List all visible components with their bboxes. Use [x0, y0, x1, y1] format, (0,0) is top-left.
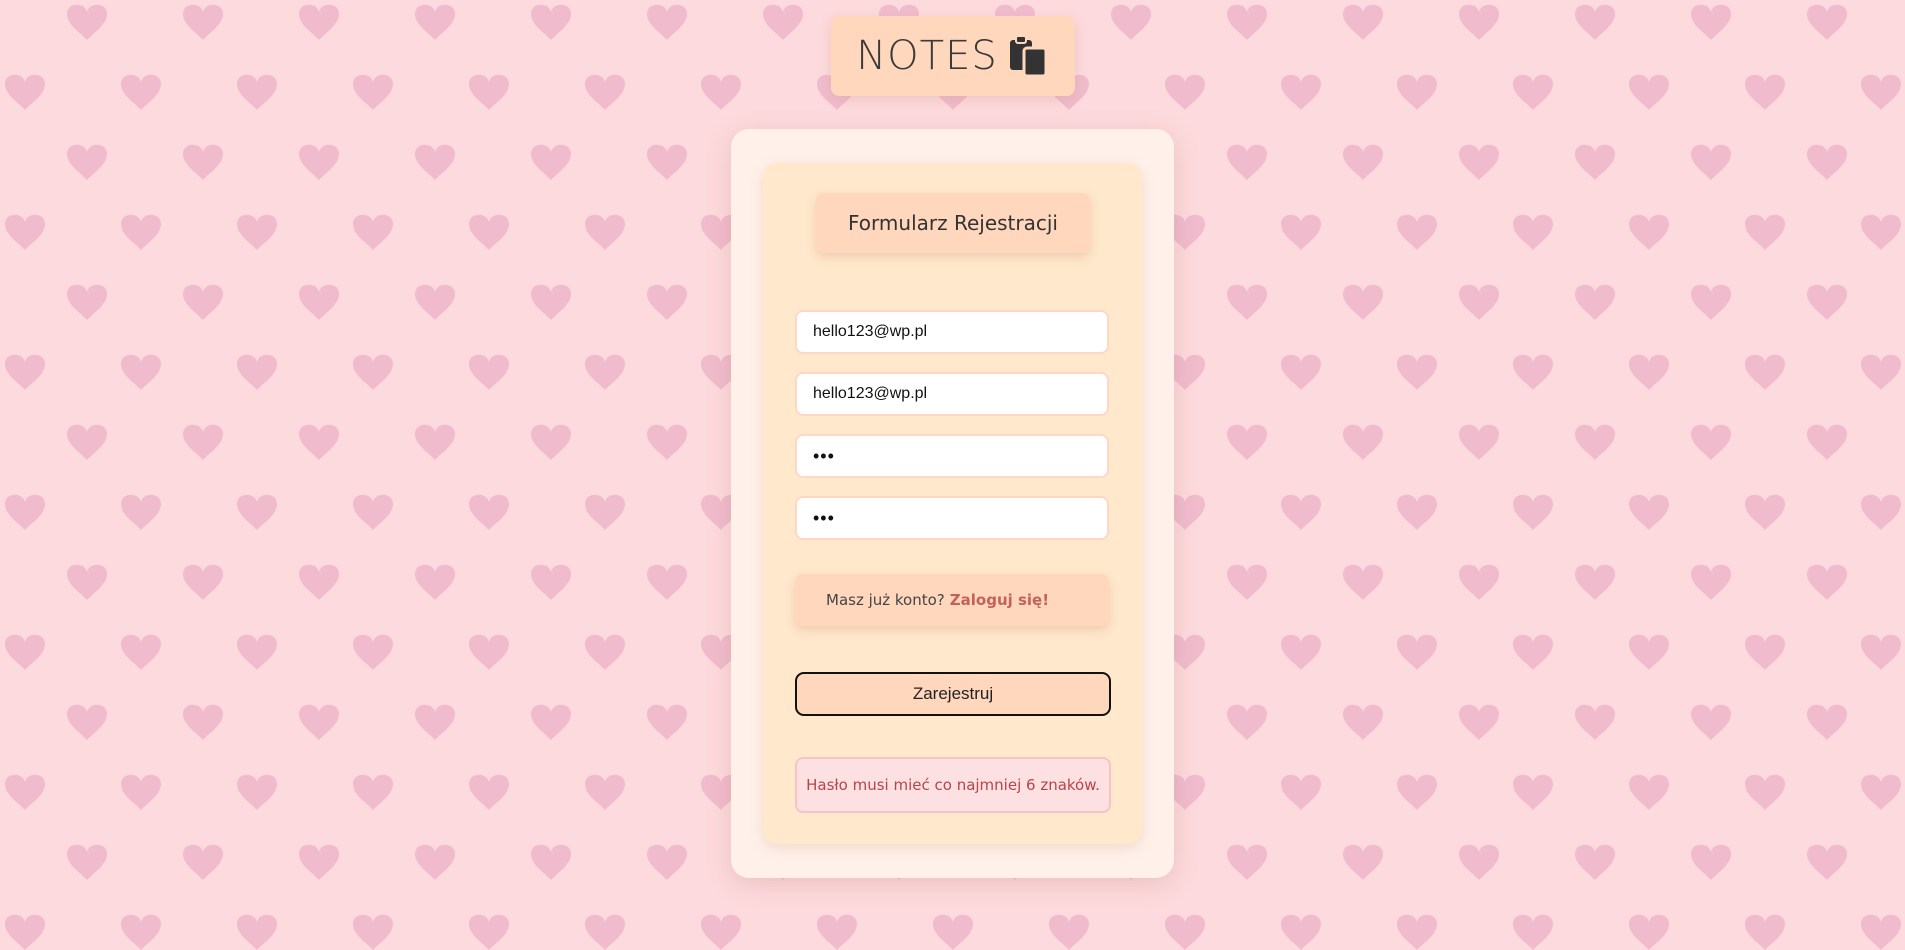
- login-link[interactable]: Zaloguj się!: [950, 591, 1049, 609]
- register-button[interactable]: Zarejestruj: [795, 672, 1111, 716]
- logo-text: NOTES: [856, 33, 998, 79]
- form-title: Formularz Rejestracji: [816, 193, 1090, 253]
- login-hint: Masz już konto? Zaloguj się!: [795, 574, 1109, 626]
- error-message: Hasło musi mieć co najmniej 6 znaków.: [795, 757, 1111, 813]
- email-field[interactable]: [795, 310, 1109, 354]
- registration-form: Formularz Rejestracji Masz już konto? Za…: [763, 163, 1142, 844]
- registration-card: Formularz Rejestracji Masz już konto? Za…: [731, 129, 1174, 878]
- email-confirm-field[interactable]: [795, 372, 1109, 416]
- login-prompt: Masz już konto?: [826, 591, 945, 609]
- password-field[interactable]: [795, 434, 1109, 478]
- app-logo: NOTES: [831, 16, 1075, 96]
- password-confirm-field[interactable]: [795, 496, 1109, 540]
- clipboard-copy-icon: [1008, 34, 1050, 78]
